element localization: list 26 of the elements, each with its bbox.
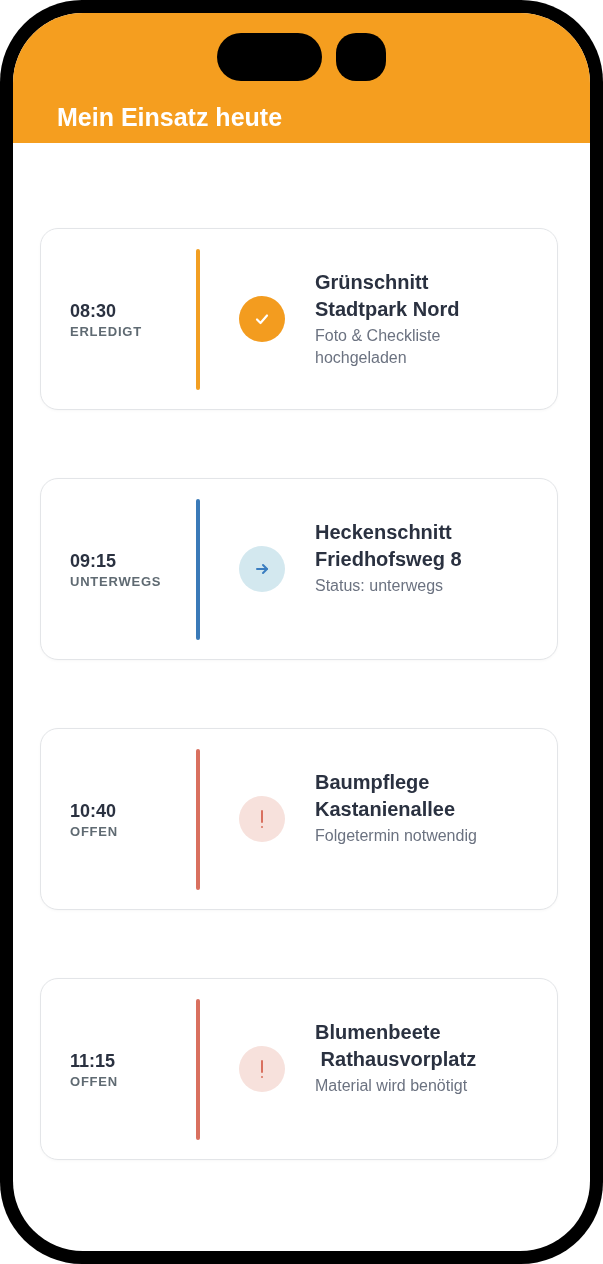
exclamation-icon	[239, 1046, 285, 1092]
task-title: Baumpflege Kastanienallee	[315, 770, 457, 822]
task-description: Status: unterwegs	[315, 576, 445, 596]
task-time: 09:15	[70, 549, 118, 573]
task-time: 11:15	[70, 1049, 117, 1073]
task-status: OFFEN	[70, 1072, 119, 1090]
task-title: Blumenbeete Rathausvorplatz	[315, 1020, 478, 1072]
task-title: Grünschnitt Stadtpark Nord	[315, 270, 461, 322]
task-status: UNTERWEGS	[70, 572, 163, 590]
task-status: ERLEDIGT	[70, 322, 143, 340]
task-card[interactable]: 10:40 OFFEN Baumpflege Kastanienallee Folgetermin notwendig	[40, 728, 558, 910]
camera-notch	[336, 33, 386, 81]
task-title: Heckenschnitt Friedhofsweg 8	[315, 520, 463, 572]
task-card[interactable]: 08:30 ERLEDIGT Grünschnitt Stadtpark Nord Foto & Checkliste hochgeladen	[40, 228, 558, 410]
exclamation-icon	[239, 796, 285, 842]
check-icon	[239, 296, 285, 342]
page-title: Mein Einsatz heute	[57, 102, 284, 133]
task-card[interactable]: 09:15 UNTERWEGS Heckenschnitt Friedhofsweg 8 Status: unterwegs	[40, 478, 558, 660]
task-card[interactable]: 11:15 OFFEN Blumenbeete Rathausvorplatz Material wird benötigt	[40, 978, 558, 1160]
task-time: 10:40	[70, 799, 118, 823]
task-time: 08:30	[70, 299, 118, 323]
task-description: Material wird benötigt	[315, 1076, 469, 1096]
task-description: Foto & Checkliste hochgeladen	[315, 326, 442, 368]
task-status: OFFEN	[70, 822, 119, 840]
arrow-right-icon	[239, 546, 285, 592]
task-description: Folgetermin notwendig	[315, 826, 478, 846]
